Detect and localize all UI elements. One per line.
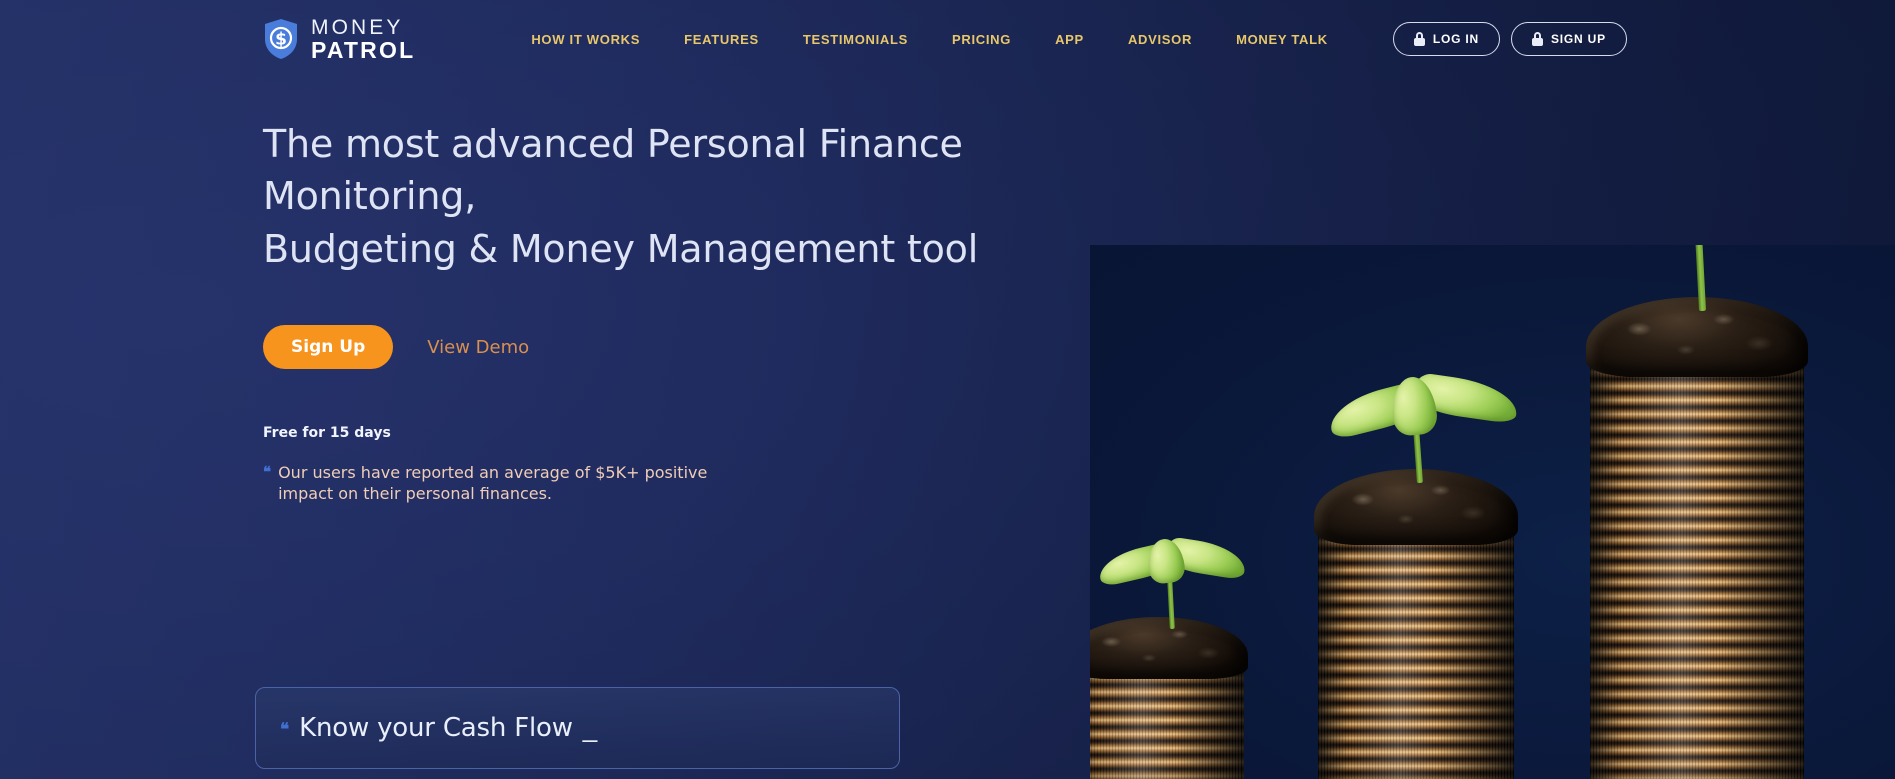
nav-link-app[interactable]: APP: [1033, 32, 1106, 47]
nav-link-money-talk[interactable]: MONEY TALK: [1214, 32, 1350, 47]
hero-photo-coin-stacks-sprouts: [1090, 245, 1895, 779]
coin-stack-tall: [1590, 365, 1804, 779]
coin-stack-small: [1090, 671, 1244, 779]
signup-cta-button[interactable]: Sign Up: [263, 325, 394, 370]
svg-text:$: $: [275, 30, 287, 50]
nav-link-features[interactable]: FEATURES: [662, 32, 781, 47]
tagline-text: Know your Cash Flow: [299, 713, 573, 743]
coin-stack-medium: [1318, 535, 1514, 779]
hero-section: $ MONEY PATROL HOW IT WORKS FEATURES TES…: [0, 0, 1895, 779]
headline-line-1: The most advanced Personal Finance Monit…: [263, 122, 963, 219]
rotating-tagline-box: ❝ Know your Cash Flow _: [255, 687, 900, 769]
main-navigation: HOW IT WORKS FEATURES TESTIMONIALS PRICI…: [509, 32, 1349, 47]
quote-mark-icon: ❝: [280, 719, 290, 739]
quote-text: Our users have reported an average of $5…: [278, 463, 708, 503]
nav-link-how-it-works[interactable]: HOW IT WORKS: [509, 32, 662, 47]
logo-link[interactable]: $ MONEY PATROL: [263, 17, 415, 62]
view-demo-link[interactable]: View Demo: [427, 337, 529, 358]
quote-mark-icon: ❝: [263, 464, 272, 482]
headline-line-2: Budgeting & Money Management tool: [263, 226, 979, 271]
signup-button-label: SIGN UP: [1550, 32, 1606, 46]
typing-caret: _: [582, 712, 598, 743]
nav-link-advisor[interactable]: ADVISOR: [1106, 32, 1214, 47]
shield-dollar-icon: $: [263, 18, 299, 60]
lock-icon: [1531, 32, 1543, 46]
cta-row: Sign Up View Demo: [263, 325, 1163, 370]
lock-icon: [1413, 32, 1425, 46]
site-header: $ MONEY PATROL HOW IT WORKS FEATURES TES…: [0, 0, 1895, 78]
signup-button[interactable]: SIGN UP: [1510, 22, 1627, 56]
hero-content: The most advanced Personal Finance Monit…: [263, 118, 1163, 504]
user-testimonial-quote: ❝ Our users have reported an average of …: [263, 463, 763, 504]
nav-link-testimonials[interactable]: TESTIMONIALS: [781, 32, 930, 47]
logo-wordmark: MONEY PATROL: [311, 17, 415, 62]
login-button-label: LOG IN: [1432, 32, 1479, 46]
page-title: The most advanced Personal Finance Monit…: [263, 118, 1163, 275]
logo-text-money: MONEY: [311, 15, 404, 39]
login-button[interactable]: LOG IN: [1392, 22, 1500, 56]
logo-text-patrol: PATROL: [311, 36, 416, 63]
auth-button-group: LOG IN SIGN UP: [1392, 22, 1627, 56]
free-trial-note: Free for 15 days: [263, 425, 391, 442]
nav-link-pricing[interactable]: PRICING: [930, 32, 1033, 47]
